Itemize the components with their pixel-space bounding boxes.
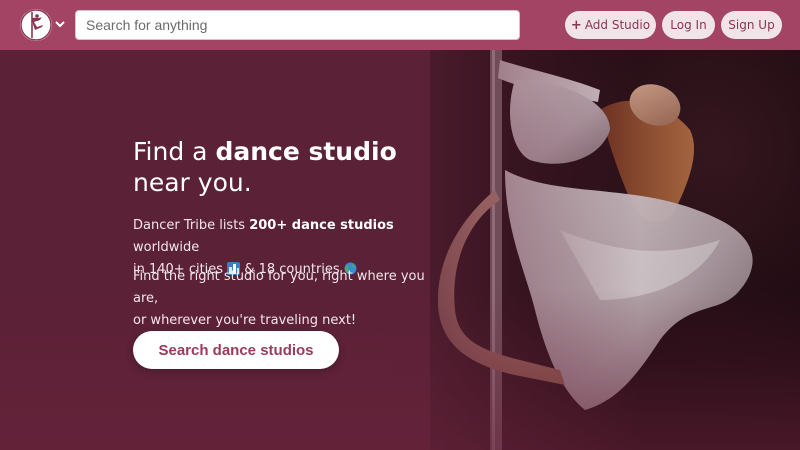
headline-text-1: Find a [133, 137, 216, 166]
search-dance-studios-button[interactable]: Search dance studios [133, 331, 339, 369]
top-navbar: +Add Studio Log In Sign Up [0, 0, 800, 50]
dancer-logo-icon[interactable] [20, 9, 52, 41]
search-input[interactable] [75, 10, 520, 40]
hero-description-paragraph: Find the right studio for you, right whe… [133, 266, 453, 332]
plus-icon: + [570, 17, 582, 33]
hero-headline: Find a dance studio near you. [133, 136, 453, 198]
stats-text-2: worldwide [133, 240, 200, 255]
description-line-2: or wherever you're traveling next! [133, 313, 357, 328]
headline-bold-text: dance studio [215, 137, 397, 166]
chevron-down-icon[interactable] [54, 17, 66, 31]
add-studio-button[interactable]: + Add Studio [565, 11, 656, 39]
login-button[interactable]: Log In [662, 11, 715, 39]
stats-bold-text: 200+ dance studios [249, 218, 394, 233]
headline-text-2: near you. [133, 168, 252, 197]
hero-section: Find a dance studio near you. Dancer Tri… [0, 50, 800, 450]
description-line-1: Find the right studio for you, right whe… [133, 269, 425, 306]
add-studio-label: Add Studio [584, 18, 651, 32]
stats-text-1: Dancer Tribe lists [133, 218, 250, 233]
signup-button[interactable]: Sign Up [721, 11, 782, 39]
